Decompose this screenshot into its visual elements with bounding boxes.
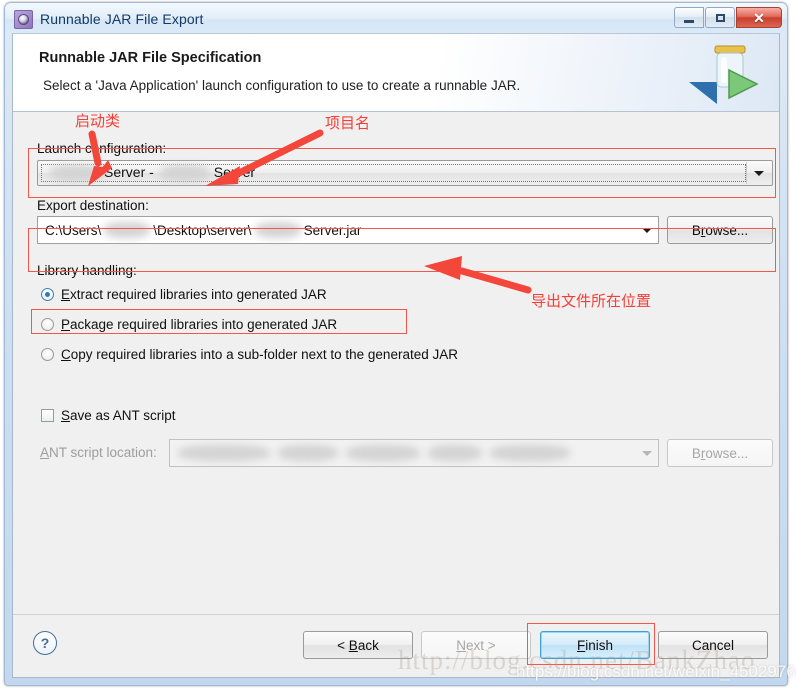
ant-script-location-combo — [169, 439, 659, 467]
annotation-box-finish-button — [527, 623, 655, 665]
export-gear-icon — [14, 9, 33, 29]
ant-location-mnemonic: A — [40, 445, 50, 460]
checkbox-save-as-ant-script-label: ave as ANT script — [70, 408, 176, 423]
back-button[interactable]: < Back — [303, 631, 413, 659]
checkbox-save-as-ant-script[interactable]: Save as ANT script — [41, 408, 176, 423]
maximize-button[interactable] — [705, 7, 735, 28]
dialog-window: Runnable JAR File Export ✕ Runnable JAR … — [4, 2, 788, 686]
radio-extract-libraries-label: xtract required libraries into generated… — [70, 287, 327, 302]
radio-copy-libraries-indicator[interactable] — [41, 348, 54, 361]
back-label: ack — [357, 637, 379, 653]
ant-browse-mnemonic: r — [700, 445, 706, 461]
next-button: Next > — [421, 631, 531, 659]
window-title: Runnable JAR File Export — [40, 11, 204, 27]
cancel-label: Cancel — [691, 637, 735, 653]
wizard-footer: ? < Back Next > Finish Cancel — [13, 614, 779, 677]
wizard-header: Runnable JAR File Specification Select a… — [13, 34, 779, 112]
radio-copy-mnemonic: C — [61, 347, 71, 362]
next-label: ext > — [466, 637, 496, 653]
cancel-button[interactable]: Cancel — [658, 631, 768, 659]
title-bar[interactable]: Runnable JAR File Export ✕ — [5, 3, 787, 35]
window-controls: ✕ — [673, 7, 782, 28]
annotation-box-launch-configuration — [28, 148, 776, 198]
checkbox-save-as-ant-script-indicator[interactable] — [41, 409, 54, 422]
back-prefix: < — [337, 637, 349, 653]
ant-script-location-dropdown-arrow — [636, 440, 658, 466]
annotation-box-export-destination — [28, 228, 776, 272]
ant-script-location-label-text: NT script location: — [49, 445, 157, 460]
annotation-export-location: 导出文件所在位置 — [531, 292, 652, 310]
annotation-project-name: 项目名 — [325, 114, 371, 132]
radio-copy-libraries[interactable]: Copy required libraries into a sub-folde… — [41, 347, 458, 362]
radio-extract-mnemonic: E — [61, 287, 71, 302]
annotation-launch-class: 启动类 — [75, 112, 121, 130]
close-button[interactable]: ✕ — [736, 7, 782, 28]
radio-extract-libraries-indicator[interactable] — [41, 288, 54, 301]
radio-extract-libraries[interactable]: Extract required libraries into generate… — [41, 287, 327, 302]
ant-script-browse-button: Browse... — [667, 439, 773, 467]
ant-script-location-label: ANT script location: — [40, 445, 157, 460]
radio-copy-libraries-label: opy required libraries into a sub-folder… — [70, 347, 458, 362]
page-description: Select a 'Java Application' launch confi… — [43, 78, 521, 93]
export-destination-label: Export destination: — [37, 198, 149, 213]
back-mnemonic: B — [348, 637, 358, 653]
minimize-button[interactable] — [674, 7, 704, 28]
jar-with-green-arrow-icon — [685, 42, 763, 106]
next-mnemonic: N — [456, 637, 467, 653]
annotation-box-extract-option — [31, 309, 407, 334]
ant-checkbox-mnemonic: S — [61, 408, 71, 423]
help-icon[interactable]: ? — [33, 631, 57, 655]
page-title: Runnable JAR File Specification — [39, 50, 262, 66]
dialog-client-area: Runnable JAR File Specification Select a… — [12, 33, 780, 678]
